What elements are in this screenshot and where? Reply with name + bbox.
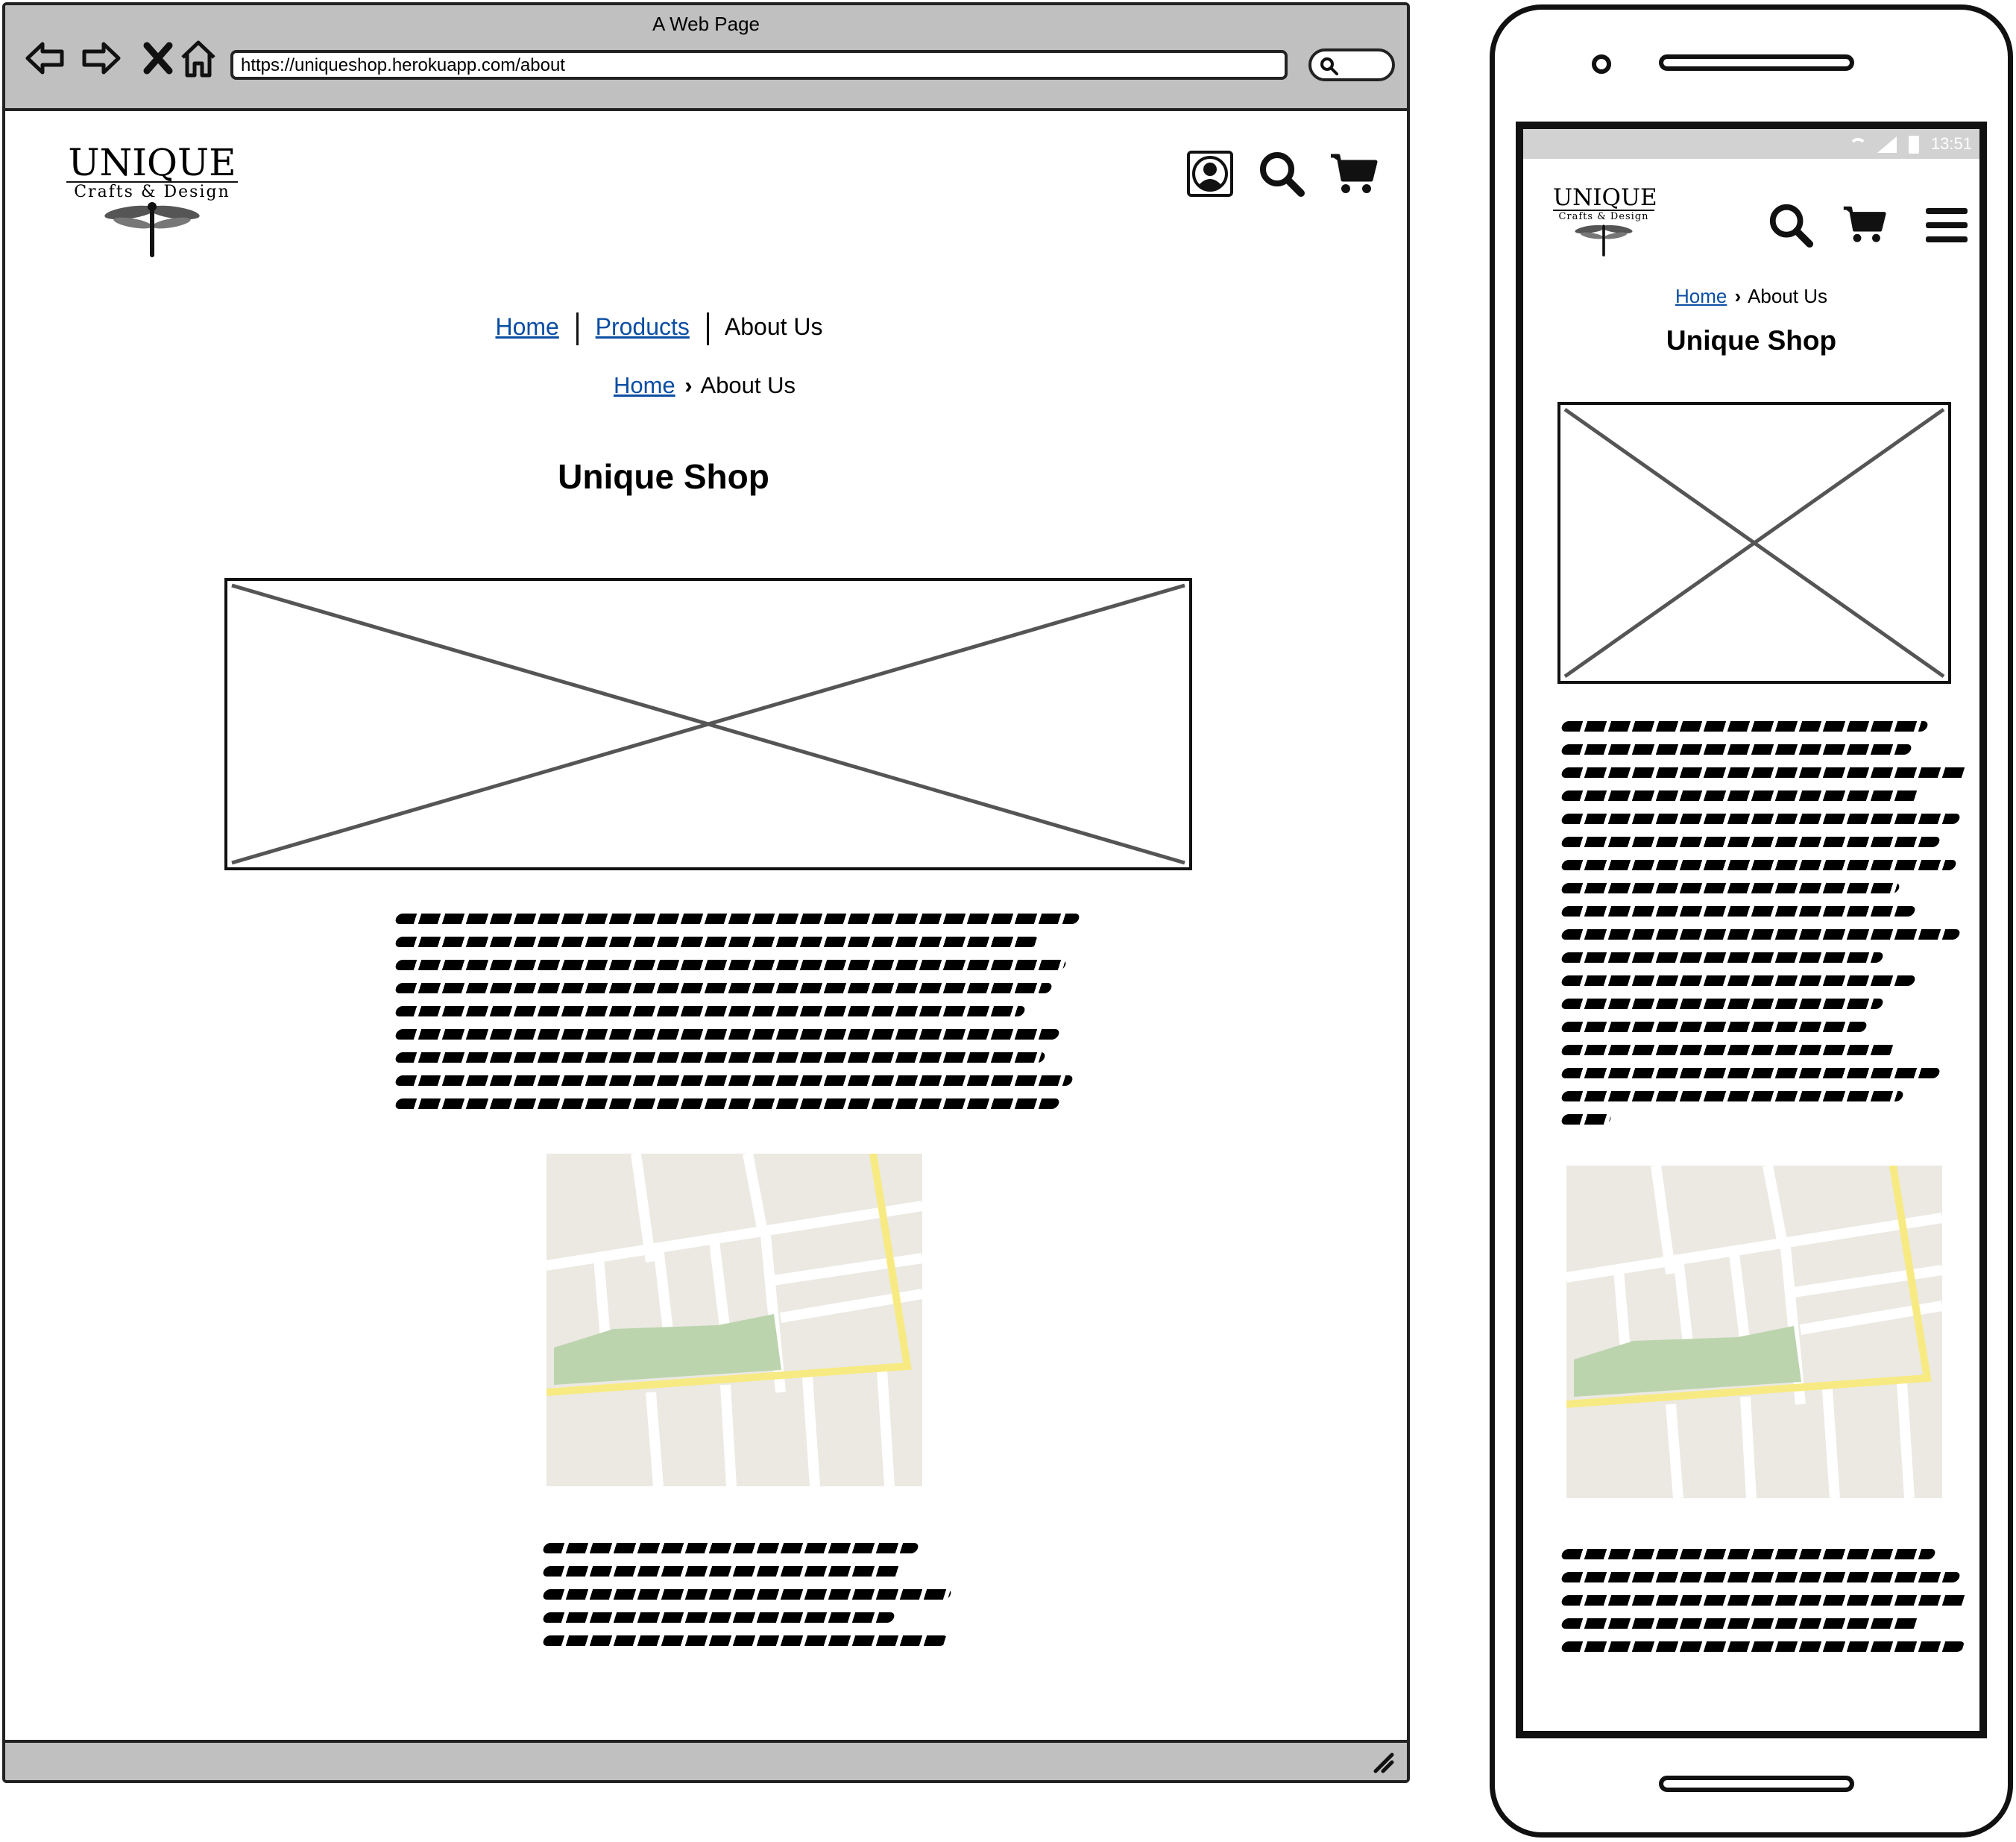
browser-search-field[interactable] [1308, 48, 1395, 81]
browser-status-bar [5, 1740, 1407, 1780]
mobile-breadcrumb: Home › About Us [1523, 284, 1979, 308]
signal-icon [1877, 136, 1897, 154]
dragonfly-icon [1575, 224, 1633, 257]
contact-text-block [1560, 1549, 1970, 1665]
location-map[interactable] [546, 1154, 922, 1486]
browser-window: A Web Page https://uniqueshop.herokuapp.… [2, 2, 1410, 1783]
account-icon[interactable] [1186, 150, 1234, 198]
logo-name: UNIQUE [66, 144, 238, 183]
close-icon[interactable] [136, 37, 180, 80]
forward-arrow-icon[interactable] [80, 37, 123, 80]
wifi-icon [1848, 138, 1867, 151]
about-text-block [1560, 721, 1970, 1137]
phone-screen: 13:51 UNIQUE Crafts & Design Home › Abou… [1516, 122, 1987, 1738]
nav-products-link[interactable]: Products [596, 313, 690, 340]
location-map[interactable] [1566, 1166, 1942, 1498]
breadcrumb-home-link[interactable]: Home [614, 372, 675, 398]
status-time: 13:51 [1930, 134, 1972, 153]
chevron-right-icon: › [1734, 285, 1742, 307]
phone-status-bar: 13:51 [1523, 129, 1979, 159]
hero-image-placeholder [224, 578, 1192, 870]
phone-home-button[interactable] [1659, 1776, 1854, 1792]
browser-toolbar: A Web Page https://uniqueshop.herokuapp.… [5, 5, 1407, 111]
about-text-block [394, 914, 1081, 1122]
logo-tagline: Crafts & Design [74, 183, 230, 201]
cart-icon[interactable] [1842, 204, 1887, 245]
page-title: Unique Shop [1666, 325, 1837, 356]
back-arrow-icon[interactable] [23, 37, 66, 80]
menu-icon[interactable] [1926, 207, 1968, 244]
cart-icon[interactable] [1329, 151, 1379, 196]
home-icon[interactable] [177, 37, 220, 80]
breadcrumb-home-link[interactable]: Home [1675, 285, 1727, 307]
nav-about-label: About Us [724, 313, 823, 340]
breadcrumb-current: About Us [1748, 285, 1827, 307]
chevron-right-icon: › [684, 372, 693, 398]
logo-name: UNIQUE [1553, 184, 1657, 211]
battery-icon [1908, 136, 1919, 154]
breadcrumb: Home › About Us [5, 371, 1404, 400]
main-nav: Home Products About Us [5, 309, 1313, 345]
address-bar[interactable]: https://uniqueshop.herokuapp.com/about [230, 50, 1288, 80]
search-icon[interactable] [1258, 150, 1305, 198]
logo-tagline: Crafts & Design [1558, 211, 1649, 222]
mobile-site-logo[interactable]: UNIQUE Crafts & Design [1553, 184, 1657, 257]
nav-divider [576, 312, 579, 345]
search-icon[interactable] [1768, 202, 1814, 248]
resize-grip-icon[interactable] [1373, 1752, 1395, 1774]
page-title: Unique Shop [558, 457, 769, 496]
nav-home-link[interactable]: Home [495, 313, 558, 340]
phone-camera [1592, 54, 1611, 74]
phone-speaker [1659, 54, 1854, 71]
nav-divider [706, 312, 709, 345]
hero-image-placeholder [1557, 402, 1951, 684]
breadcrumb-current: About Us [700, 372, 796, 398]
contact-text-block [541, 1543, 953, 1659]
site-logo[interactable]: UNIQUE Crafts & Design [66, 144, 238, 263]
search-icon [1320, 57, 1338, 75]
phone-frame: 13:51 UNIQUE Crafts & Design Home › Abou… [1490, 4, 2013, 1838]
dragonfly-icon [104, 202, 200, 257]
browser-title: A Web Page [652, 13, 760, 35]
